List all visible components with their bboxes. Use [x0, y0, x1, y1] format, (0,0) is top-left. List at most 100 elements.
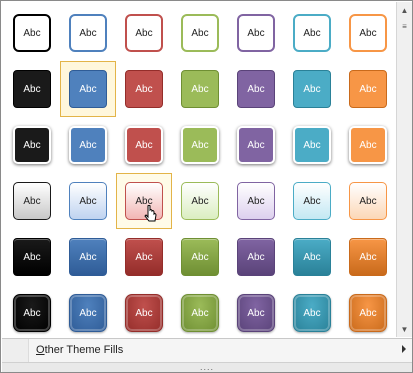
- swatch-preview: Abc: [181, 126, 219, 164]
- swatch-label: Abc: [359, 27, 377, 39]
- other-theme-fills-menu-item[interactable]: Other Theme Fills: [2, 338, 412, 362]
- swatch-label: Abc: [303, 307, 321, 319]
- swatch-preview: Abc: [69, 182, 107, 220]
- style-swatch-glossy-aqua[interactable]: Abc: [284, 229, 340, 285]
- style-swatch-light-gradient-orange[interactable]: Abc: [340, 173, 396, 229]
- swatch-preview: Abc: [13, 14, 51, 52]
- style-swatch-glossy-red[interactable]: Abc: [116, 229, 172, 285]
- style-swatch-outline-aqua[interactable]: Abc: [284, 5, 340, 61]
- swatch-label: Abc: [191, 307, 209, 319]
- style-swatch-bevel-purple[interactable]: Abc: [228, 285, 284, 341]
- scroll-up-icon[interactable]: ▲: [397, 2, 412, 18]
- style-swatch-light-gradient-aqua[interactable]: Abc: [284, 173, 340, 229]
- style-swatch-white-border-blue[interactable]: Abc: [60, 117, 116, 173]
- swatch-preview: Abc: [13, 294, 51, 332]
- swatch-preview: Abc: [125, 70, 163, 108]
- swatch-preview: Abc: [181, 238, 219, 276]
- style-swatch-outline-blue[interactable]: Abc: [60, 5, 116, 61]
- style-swatch-white-border-orange[interactable]: Abc: [340, 117, 396, 173]
- style-swatch-solid-orange[interactable]: Abc: [340, 61, 396, 117]
- swatch-label: Abc: [247, 195, 265, 207]
- expand-gallery-icon[interactable]: ≡: [397, 18, 412, 34]
- swatch-label: Abc: [135, 307, 153, 319]
- style-swatch-solid-green[interactable]: Abc: [172, 61, 228, 117]
- mouse-pointer-icon: [144, 205, 157, 222]
- swatch-preview: Abc: [13, 182, 51, 220]
- swatch-label: Abc: [359, 139, 377, 151]
- style-swatch-solid-aqua[interactable]: Abc: [284, 61, 340, 117]
- style-swatch-white-border-red[interactable]: Abc: [116, 117, 172, 173]
- style-swatch-outline-red[interactable]: Abc: [116, 5, 172, 61]
- swatch-label: Abc: [79, 195, 97, 207]
- swatch-preview: Abc: [237, 126, 275, 164]
- style-swatch-glossy-purple[interactable]: Abc: [228, 229, 284, 285]
- style-swatch-grid: Abc Abc Abc Abc Abc Abc Abc Abc Abc Abc Abc Abc Abc A…: [2, 2, 395, 337]
- swatch-label: Abc: [23, 195, 41, 207]
- scroll-down-icon[interactable]: ▼: [397, 321, 412, 337]
- swatch-preview: Abc: [349, 182, 387, 220]
- style-swatch-solid-black[interactable]: Abc: [4, 61, 60, 117]
- swatch-label: Abc: [191, 27, 209, 39]
- style-swatch-white-border-aqua[interactable]: Abc: [284, 117, 340, 173]
- swatch-preview: Abc: [293, 14, 331, 52]
- swatch-preview: Abc: [293, 182, 331, 220]
- swatch-label: Abc: [79, 251, 97, 263]
- style-swatch-bevel-blue[interactable]: Abc: [60, 285, 116, 341]
- swatch-label: Abc: [79, 27, 97, 39]
- swatch-preview: Abc: [349, 14, 387, 52]
- style-swatch-bevel-orange[interactable]: Abc: [340, 285, 396, 341]
- swatch-label: Abc: [303, 195, 321, 207]
- style-swatch-outline-purple[interactable]: Abc: [228, 5, 284, 61]
- swatch-preview: Abc: [349, 294, 387, 332]
- swatch-label: Abc: [247, 27, 265, 39]
- swatch-preview: Abc: [125, 14, 163, 52]
- style-swatch-glossy-blue[interactable]: Abc: [60, 229, 116, 285]
- swatch-label: Abc: [191, 83, 209, 95]
- swatch-label: Abc: [303, 27, 321, 39]
- style-swatch-light-gradient-purple[interactable]: Abc: [228, 173, 284, 229]
- style-swatch-solid-blue[interactable]: Abc: [60, 61, 116, 117]
- style-swatch-bevel-aqua[interactable]: Abc: [284, 285, 340, 341]
- swatch-label: Abc: [79, 307, 97, 319]
- swatch-preview: Abc: [181, 182, 219, 220]
- swatch-label: Abc: [191, 251, 209, 263]
- style-swatch-white-border-green[interactable]: Abc: [172, 117, 228, 173]
- swatch-label: Abc: [359, 307, 377, 319]
- swatch-preview: Abc: [293, 238, 331, 276]
- swatch-label: Abc: [79, 83, 97, 95]
- swatch-label: Abc: [23, 27, 41, 39]
- swatch-preview: Abc: [181, 70, 219, 108]
- swatch-preview: Abc: [125, 126, 163, 164]
- style-swatch-light-gradient-blue[interactable]: Abc: [60, 173, 116, 229]
- style-swatch-light-gradient-black[interactable]: Abc: [4, 173, 60, 229]
- style-swatch-bevel-black[interactable]: Abc: [4, 285, 60, 341]
- resize-grip[interactable]: ....: [2, 362, 412, 372]
- swatch-preview: Abc: [293, 294, 331, 332]
- gallery-scrollbar[interactable]: ▲ ≡ ▼: [396, 2, 412, 337]
- style-swatch-bevel-green[interactable]: Abc: [172, 285, 228, 341]
- swatch-preview: Abc: [13, 70, 51, 108]
- swatch-label: Abc: [359, 251, 377, 263]
- style-swatch-solid-purple[interactable]: Abc: [228, 61, 284, 117]
- style-swatch-outline-orange[interactable]: Abc: [340, 5, 396, 61]
- swatch-label: Abc: [79, 139, 97, 151]
- style-swatch-white-border-black[interactable]: Abc: [4, 117, 60, 173]
- swatch-preview: Abc: [237, 238, 275, 276]
- swatch-preview: Abc: [13, 126, 51, 164]
- style-swatch-glossy-orange[interactable]: Abc: [340, 229, 396, 285]
- swatch-label: Abc: [23, 251, 41, 263]
- style-swatch-solid-red[interactable]: Abc: [116, 61, 172, 117]
- style-swatch-white-border-purple[interactable]: Abc: [228, 117, 284, 173]
- swatch-preview: Abc: [69, 70, 107, 108]
- style-swatch-glossy-green[interactable]: Abc: [172, 229, 228, 285]
- swatch-label: Abc: [135, 139, 153, 151]
- style-swatch-outline-green[interactable]: Abc: [172, 5, 228, 61]
- style-swatch-outline-black[interactable]: Abc: [4, 5, 60, 61]
- swatch-preview: Abc: [349, 238, 387, 276]
- style-swatch-glossy-black[interactable]: Abc: [4, 229, 60, 285]
- swatch-label: Abc: [303, 139, 321, 151]
- style-swatch-light-gradient-green[interactable]: Abc: [172, 173, 228, 229]
- swatch-preview: Abc: [237, 294, 275, 332]
- swatch-label: Abc: [23, 83, 41, 95]
- style-swatch-bevel-red[interactable]: Abc: [116, 285, 172, 341]
